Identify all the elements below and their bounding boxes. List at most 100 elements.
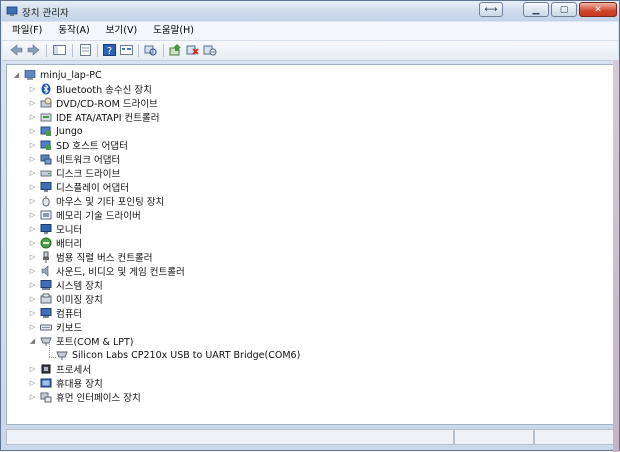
tree-root[interactable]: ◢ minju_lap-PC — [12, 68, 102, 82]
memory-icon — [40, 210, 52, 220]
expand-arrow-icon[interactable]: ▷ — [28, 267, 37, 276]
device-tree[interactable]: ◢ minju_lap-PC ▷ Bluetooth 송수신 장치 ▷ DVD/CD… — [6, 64, 615, 425]
tree-item[interactable]: ▷ 마우스 및 기타 포인팅 장치 — [28, 194, 164, 208]
expand-arrow-icon[interactable]: ▷ — [28, 127, 37, 136]
update-driver-icon[interactable] — [168, 43, 183, 57]
system-device-icon — [40, 280, 52, 290]
menu-help[interactable]: 도움말(H) — [147, 22, 200, 40]
expand-arrow-icon[interactable]: ▷ — [28, 295, 37, 304]
tree-item[interactable]: ▷ SD 호스트 어댑터 — [28, 138, 128, 152]
tree-connector-line — [49, 357, 56, 358]
properties-icon[interactable] — [78, 43, 93, 57]
tree-item[interactable]: ▷ 프로세서 — [28, 362, 91, 376]
expand-arrow-icon[interactable]: ▷ — [28, 225, 37, 234]
expand-arrow-icon[interactable]: ▷ — [28, 323, 37, 332]
tree-item[interactable]: ▷ 배터리 — [28, 236, 82, 250]
tree-item-label: 휴먼 인터페이스 장치 — [56, 393, 141, 404]
tree-item[interactable]: ▷ 키보드 — [28, 320, 82, 334]
tree-item-ports[interactable]: ◢ 포트(COM & LPT) — [28, 334, 134, 348]
svg-text:?: ? — [107, 46, 112, 57]
tree-item[interactable]: ▷ 이미징 장치 — [28, 292, 103, 306]
tree-item-label: 디스크 드라이브 — [56, 169, 121, 180]
expand-arrow-icon[interactable]: ▷ — [28, 281, 37, 290]
tree-item-label: 메모리 기술 드라이버 — [56, 211, 141, 222]
expand-arrow-icon[interactable]: ▷ — [28, 239, 37, 248]
move-window-button[interactable]: ⟷ — [479, 2, 503, 17]
computer-icon — [40, 308, 52, 318]
collapse-arrow-icon[interactable]: ◢ — [12, 71, 21, 80]
status-panel-main — [6, 429, 454, 445]
expand-arrow-icon[interactable]: ▷ — [28, 141, 37, 150]
tree-item-label: 프로세서 — [56, 365, 91, 376]
desktop-edge — [613, 60, 619, 452]
tree-item[interactable]: ▷ 사운드, 비디오 및 게임 컨트롤러 — [28, 264, 185, 278]
expand-arrow-icon[interactable]: ▷ — [28, 169, 37, 178]
usb-controller-icon — [43, 251, 49, 263]
tree-item[interactable]: ▷ 모니터 — [28, 222, 82, 236]
tree-item[interactable]: ▷ 메모리 기술 드라이버 — [28, 208, 141, 222]
display-adapter-icon — [40, 182, 52, 192]
menu-file[interactable]: 파일(F) — [6, 22, 48, 40]
tree-child-label: Silicon Labs CP210x USB to UART Bridge(C… — [72, 349, 301, 361]
uninstall-icon[interactable] — [185, 43, 200, 57]
battery-icon — [40, 237, 52, 249]
tree-item[interactable]: ▷ 네트워크 어댑터 — [28, 152, 120, 166]
expand-arrow-icon[interactable]: ▷ — [28, 309, 37, 318]
scan-hardware-icon[interactable] — [143, 43, 158, 57]
expand-arrow-icon[interactable]: ▷ — [28, 379, 37, 388]
expand-arrow-icon[interactable]: ▷ — [28, 253, 37, 262]
view-icon[interactable] — [119, 43, 134, 57]
help-icon[interactable]: ? — [102, 43, 117, 57]
tree-item-label: 모니터 — [56, 225, 83, 236]
tree-item[interactable]: ▷ DVD/CD-ROM 드라이브 — [28, 96, 158, 110]
tree-item[interactable]: ▷ 휴대용 장치 — [28, 376, 103, 390]
expand-arrow-icon[interactable]: ▷ — [28, 183, 37, 192]
status-panel-2 — [454, 429, 534, 445]
close-button[interactable]: ✕ — [579, 2, 617, 17]
tree-item-label: Bluetooth 송수신 장치 — [56, 85, 152, 96]
tree-item-label: 포트(COM & LPT) — [56, 337, 134, 348]
tree-item[interactable]: ▷ Jungo — [28, 124, 83, 138]
port-icon — [40, 337, 52, 346]
device-manager-window: 장치 관리자 ⟷ ▁ ▢ ✕ 파일(F) 동작(A) 보기(V) 도움말(H) … — [0, 0, 620, 452]
sound-icon — [41, 265, 49, 277]
title-bar[interactable]: 장치 관리자 ⟷ ▁ ▢ ✕ — [1, 1, 619, 21]
computer-icon — [24, 70, 36, 80]
tree-item[interactable]: ▷ IDE ATA/ATAPI 컨트롤러 — [28, 110, 160, 124]
tree-child-item[interactable]: Silicon Labs CP210x USB to UART Bridge(C… — [56, 348, 300, 362]
tree-item[interactable]: ▷ Bluetooth 송수신 장치 — [28, 82, 152, 96]
expand-arrow-icon[interactable]: ▷ — [28, 197, 37, 206]
tree-item[interactable]: ▷ 휴먼 인터페이스 장치 — [28, 390, 141, 404]
show-hide-tree-icon[interactable] — [52, 43, 67, 57]
tree-item-label: 마우스 및 기타 포인팅 장치 — [56, 197, 165, 208]
tree-item[interactable]: ▷ 디스플레이 어댑터 — [28, 180, 129, 194]
window-title: 장치 관리자 — [22, 8, 69, 19]
expand-arrow-icon[interactable]: ▷ — [28, 365, 37, 374]
expand-arrow-icon[interactable]: ▷ — [28, 393, 37, 402]
computer-name-label: minju_lap-PC — [40, 69, 102, 81]
back-arrow-icon[interactable] — [9, 43, 24, 57]
tree-item-label: 사운드, 비디오 및 게임 컨트롤러 — [56, 267, 185, 278]
menu-view[interactable]: 보기(V) — [100, 22, 143, 40]
menu-action[interactable]: 동작(A) — [52, 22, 95, 40]
tree-item-label: 네트워크 어댑터 — [56, 155, 121, 166]
expand-arrow-icon[interactable]: ▷ — [28, 85, 37, 94]
expand-arrow-icon[interactable]: ▷ — [28, 155, 37, 164]
tree-item[interactable]: ▷ 컴퓨터 — [28, 306, 82, 320]
expand-arrow-icon[interactable]: ▷ — [28, 99, 37, 108]
tree-item-label: 시스템 장치 — [56, 281, 103, 292]
ide-controller-icon — [40, 113, 52, 122]
minimize-button[interactable]: ▁ — [523, 2, 549, 17]
collapse-arrow-icon[interactable]: ◢ — [28, 337, 37, 346]
maximize-icon: ▢ — [559, 4, 569, 15]
maximize-button[interactable]: ▢ — [551, 2, 577, 17]
expand-arrow-icon[interactable]: ▷ — [28, 113, 37, 122]
tree-item[interactable]: ▷ 시스템 장치 — [28, 278, 103, 292]
expand-arrow-icon[interactable]: ▷ — [28, 211, 37, 220]
forward-arrow-icon[interactable] — [26, 43, 41, 57]
tree-item-label: SD 호스트 어댑터 — [56, 141, 128, 152]
hid-icon — [40, 392, 52, 403]
tree-item[interactable]: ▷ 디스크 드라이브 — [28, 166, 120, 180]
disable-icon[interactable] — [202, 43, 217, 57]
tree-item[interactable]: ▷ 범용 직렬 버스 컨트롤러 — [28, 250, 152, 264]
